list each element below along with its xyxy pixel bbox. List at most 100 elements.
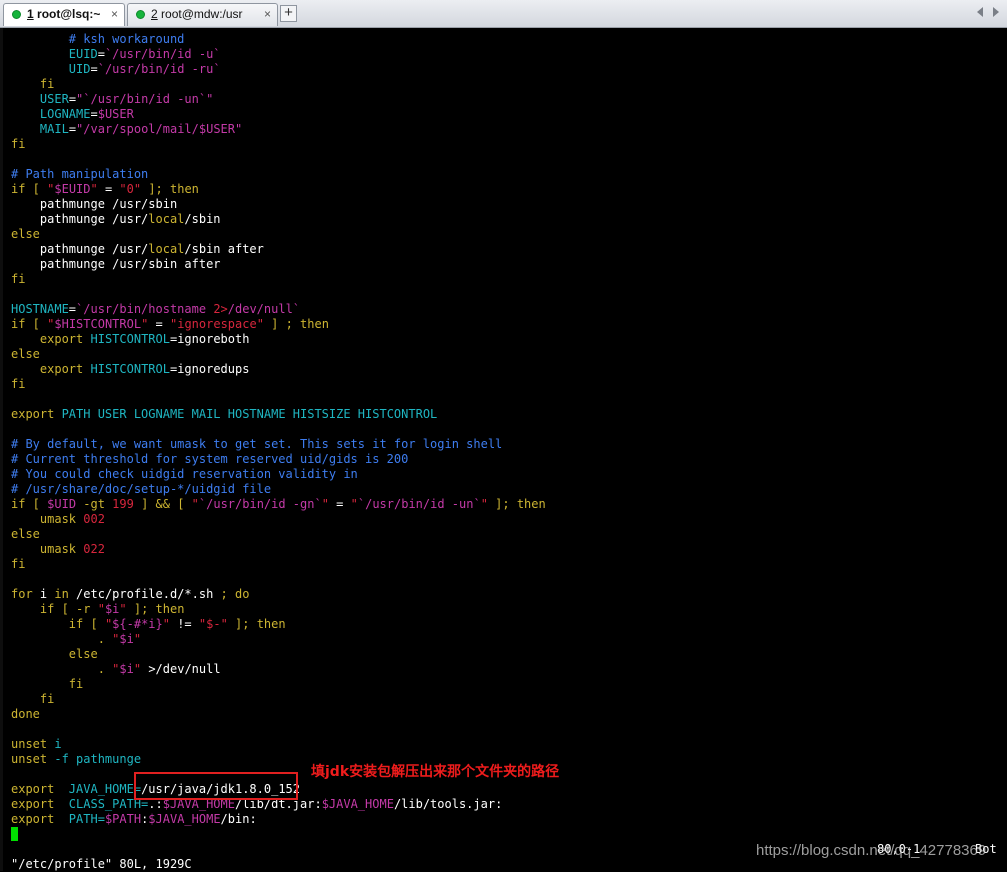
terminal-text: unset (11, 752, 48, 766)
terminal-text: fi (11, 272, 26, 286)
terminal-text: $EUID (54, 182, 91, 196)
terminal-text: EUID (68, 47, 98, 61)
tab-root-mdw[interactable]: 2 root@mdw:/usr × (127, 3, 278, 26)
terminal-line: . "$i" >/dev/null (11, 662, 221, 677)
terminal-line: if [ "$HISTCONTROL" = "ignorespace" ] ; … (11, 317, 329, 332)
scroll-tabs-left-icon[interactable] (977, 7, 983, 17)
new-tab-button[interactable]: + (280, 5, 297, 22)
watermark: https://blog.csdn.net/qq_42778369 (756, 842, 987, 859)
terminal-text: "`/usr/bin/id -un`" (76, 92, 214, 106)
terminal-text: `/usr/bin/hostname (76, 302, 214, 316)
terminal-text: /sbin after (184, 242, 264, 256)
terminal-text: if (11, 182, 26, 196)
terminal-text: if (39, 602, 55, 616)
terminal-line: umask 022 (11, 542, 105, 557)
terminal-line: for i in /etc/profile.d/*.sh ; do (11, 587, 249, 602)
terminal-text: fi (39, 692, 55, 706)
terminal-text: $JAVA_HOME (148, 812, 221, 826)
tab-root-lsq[interactable]: 1 root@lsq:~ × (3, 3, 125, 26)
terminal-text: else (11, 227, 40, 241)
terminal-text: [ (83, 617, 105, 631)
terminal-line: fi (11, 557, 25, 572)
terminal-text: if (11, 317, 26, 331)
terminal-text: pathmunge /usr/sbin after (11, 257, 221, 271)
terminal-line: else (11, 527, 40, 542)
terminal-text: # Current threshold for system reserved … (11, 452, 409, 466)
terminal-line: if [ -r "$i" ]; then (11, 602, 185, 617)
terminal-text: $i (119, 632, 134, 646)
terminal-text: != (169, 617, 199, 631)
terminal-text: PATH= (54, 812, 105, 826)
terminal-text: for (11, 587, 33, 601)
terminal-text: # Path manipulation (11, 167, 149, 181)
terminal-text: " (133, 662, 142, 676)
terminal-line: export PATH USER LOGNAME MAIL HOSTNAME H… (11, 407, 437, 422)
terminal-text: export (11, 782, 55, 796)
terminal-text: unset (11, 737, 48, 751)
terminal-line: USER="`/usr/bin/id -un`" (11, 92, 213, 107)
terminal-pane[interactable]: # ksh workaround EUID=`/usr/bin/id -u` U… (0, 28, 1007, 871)
terminal-text: fi (68, 677, 84, 691)
terminal-text: HISTCONTROL (90, 332, 170, 346)
terminal-text: # /usr/share/doc/setup-*/uidgid file (11, 482, 272, 496)
terminal-text: 002 (83, 512, 105, 526)
terminal-text: i (32, 587, 55, 601)
terminal-line: UID=`/usr/bin/id -ru` (11, 62, 221, 77)
terminal-text: fi (39, 77, 55, 91)
close-tab-icon[interactable]: × (264, 4, 271, 25)
terminal-text: $i (119, 662, 134, 676)
terminal-text: umask (39, 542, 77, 556)
terminal-line: EUID=`/usr/bin/id -u` (11, 47, 221, 62)
terminal-text: `/usr/bin/id -ru` (97, 62, 221, 76)
terminal-text: =ignoredups (169, 362, 250, 376)
terminal-text: /dev/null` (227, 302, 301, 316)
terminal-text: $JAVA_HOME (321, 797, 394, 811)
terminal-text: = (90, 107, 98, 121)
terminal-text: if (68, 617, 84, 631)
terminal-line: fi (11, 692, 54, 707)
terminal-line: if [ "${-#*i}" != "$-" ]; then (11, 617, 286, 632)
terminal-text: " (90, 182, 98, 196)
terminal-line: unset i (11, 737, 62, 752)
terminal-line: # Current threshold for system reserved … (11, 452, 408, 467)
terminal-text: " (191, 497, 199, 511)
terminal-text: else (11, 347, 40, 361)
terminal-text: . (97, 632, 105, 646)
terminal-text: LOGNAME (39, 107, 91, 121)
terminal-text: >/dev/null (141, 662, 221, 676)
terminal-text: # You could check uidgid reservation val… (11, 467, 358, 481)
terminal-text: pathmunge /usr/ (11, 242, 149, 256)
terminal-line: # ksh workaround (11, 32, 185, 47)
terminal-line: fi (11, 377, 25, 392)
tab-bar: 1 root@lsq:~ × 2 root@mdw:/usr × + (0, 0, 1007, 28)
terminal-text: -gt (76, 497, 113, 511)
terminal-text: $PATH (104, 812, 142, 826)
terminal-line: fi (11, 677, 83, 692)
scroll-tabs-right-icon[interactable] (993, 7, 999, 17)
terminal-line: fi (11, 137, 25, 152)
terminal-text: 022 (83, 542, 105, 556)
terminal-text: USER (39, 92, 69, 106)
terminal-text: ${-#*i} (112, 617, 163, 631)
tab-title: root@lsq:~ (33, 7, 101, 21)
terminal-text: /etc/profile.d/*.sh (68, 587, 221, 601)
terminal-line: LOGNAME=$USER (11, 107, 134, 122)
text-cursor (11, 827, 18, 841)
terminal-text: if (11, 497, 26, 511)
terminal-text: " (133, 632, 142, 646)
terminal-line: MAIL="/var/spool/mail/$USER" (11, 122, 242, 137)
terminal-text: ]; then (126, 602, 185, 616)
terminal-text: HISTCONTROL (90, 362, 170, 376)
terminal-text: = (148, 317, 170, 331)
close-tab-icon[interactable]: × (111, 4, 118, 25)
terminal-text: export (11, 812, 55, 826)
terminal-text: [ (25, 317, 48, 331)
terminal-text: $UID (47, 497, 77, 511)
